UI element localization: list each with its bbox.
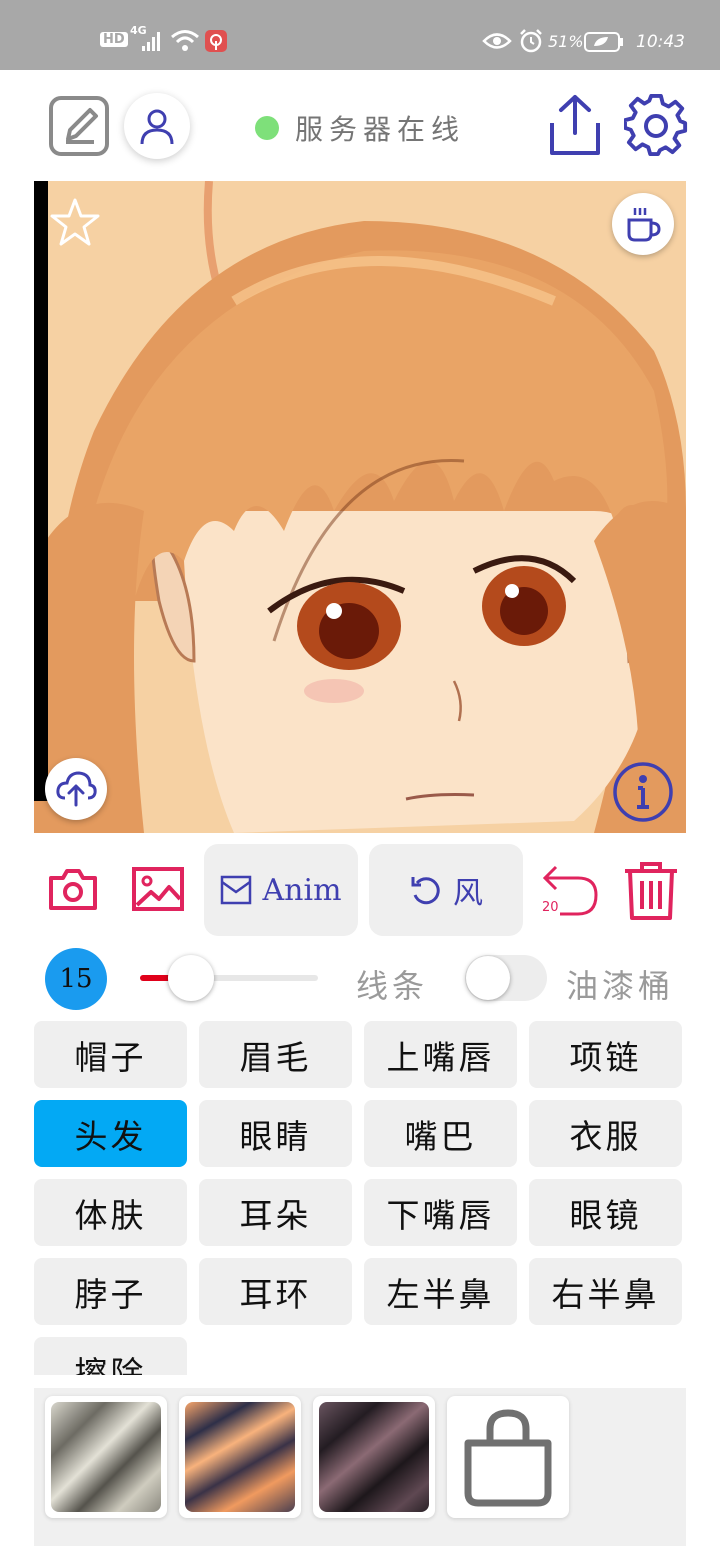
hd-badge: HD	[100, 32, 128, 47]
texture-image	[185, 1402, 295, 1512]
brush-size-indicator: 15	[45, 948, 107, 1010]
coffee-icon	[627, 208, 661, 242]
part-button[interactable]: 擦除	[34, 1337, 187, 1375]
upload-button[interactable]	[45, 758, 107, 820]
undo-button[interactable]: 20	[540, 862, 600, 920]
draw-icon	[49, 96, 109, 156]
share-icon	[550, 95, 600, 155]
mail-icon	[221, 875, 252, 905]
rotate-icon	[411, 877, 440, 905]
part-button[interactable]: 左半鼻	[364, 1258, 517, 1325]
fill-mode-toggle-knob[interactable]	[466, 956, 510, 1000]
part-button[interactable]: 嘴巴	[364, 1100, 517, 1167]
notification-icon	[205, 30, 227, 52]
coffee-button[interactable]	[612, 193, 674, 255]
cloud-upload-icon	[56, 771, 97, 807]
part-button[interactable]: 衣服	[529, 1100, 682, 1167]
canvas-edge	[34, 181, 48, 801]
settings-button[interactable]	[624, 94, 688, 158]
part-button[interactable]: 耳朵	[199, 1179, 352, 1246]
server-status-text: 服务器在线	[295, 113, 466, 146]
wifi-icon	[171, 30, 199, 51]
share-button[interactable]	[544, 92, 606, 158]
star-icon[interactable]	[48, 196, 102, 250]
part-button[interactable]: 眉毛	[199, 1021, 352, 1088]
battery-percent: 51%	[548, 32, 584, 51]
image-icon	[132, 867, 184, 911]
face-parts-grid: 帽子 眉毛 上嘴唇 项链头发 眼睛 嘴巴 衣服体肤 耳朵 下嘴唇 眼镜脖子 耳环 左半鼻 右半鼻擦除	[34, 1021, 686, 1375]
signal-icon	[142, 32, 160, 51]
user-button[interactable]	[124, 93, 190, 159]
part-button[interactable]: 项链	[529, 1021, 682, 1088]
part-button[interactable]: 帽子	[34, 1021, 187, 1088]
camera-button[interactable]	[46, 862, 100, 916]
anim-button[interactable]: Anim	[204, 844, 358, 936]
info-icon[interactable]	[612, 761, 674, 823]
alarm-icon	[520, 29, 542, 53]
battery-icon	[584, 32, 623, 52]
undo-count: 20	[542, 900, 559, 915]
texture-image	[319, 1402, 429, 1512]
brush-size-slider-thumb[interactable]	[168, 955, 214, 1001]
texture-swatch-gray[interactable]	[45, 1396, 167, 1518]
texture-image	[51, 1402, 161, 1512]
user-icon	[140, 109, 174, 145]
part-button[interactable]: 右半鼻	[529, 1258, 682, 1325]
part-button[interactable]: 上嘴唇	[364, 1021, 517, 1088]
camera-icon	[49, 869, 97, 910]
part-button[interactable]: 下嘴唇	[364, 1179, 517, 1246]
settings-icon	[624, 94, 688, 157]
trash-icon	[625, 862, 677, 920]
style-label: 风	[453, 876, 483, 911]
fill-mode-label: 油漆桶	[566, 967, 675, 1005]
part-button[interactable]: 眼镜	[529, 1179, 682, 1246]
anim-label: Anim	[262, 872, 342, 908]
clock: 10:43	[636, 32, 685, 52]
part-button[interactable]: 眼睛	[199, 1100, 352, 1167]
shopping-bag-icon	[464, 1409, 552, 1507]
generated-image-canvas[interactable]	[34, 181, 686, 833]
anime-portrait-image	[34, 181, 686, 833]
texture-tray	[34, 1388, 686, 1546]
style-button[interactable]: 风	[369, 844, 523, 936]
line-mode-label: 线条	[356, 967, 429, 1005]
texture-swatch-dark[interactable]	[313, 1396, 435, 1518]
part-button[interactable]: 体肤	[34, 1179, 187, 1246]
draw-mode-button[interactable]	[48, 95, 110, 157]
part-button[interactable]: 头发	[34, 1100, 187, 1167]
texture-shop-button[interactable]	[447, 1396, 569, 1518]
server-status-dot	[255, 116, 279, 140]
server-status: 服务器在线	[255, 108, 465, 148]
eye-icon	[482, 33, 512, 49]
delete-button[interactable]	[620, 860, 682, 922]
status-bar: HD 4G 51% 10:43	[0, 0, 720, 70]
texture-swatch-orange[interactable]	[179, 1396, 301, 1518]
gallery-button[interactable]	[130, 862, 186, 916]
part-button[interactable]: 脖子	[34, 1258, 187, 1325]
part-button[interactable]: 耳环	[199, 1258, 352, 1325]
